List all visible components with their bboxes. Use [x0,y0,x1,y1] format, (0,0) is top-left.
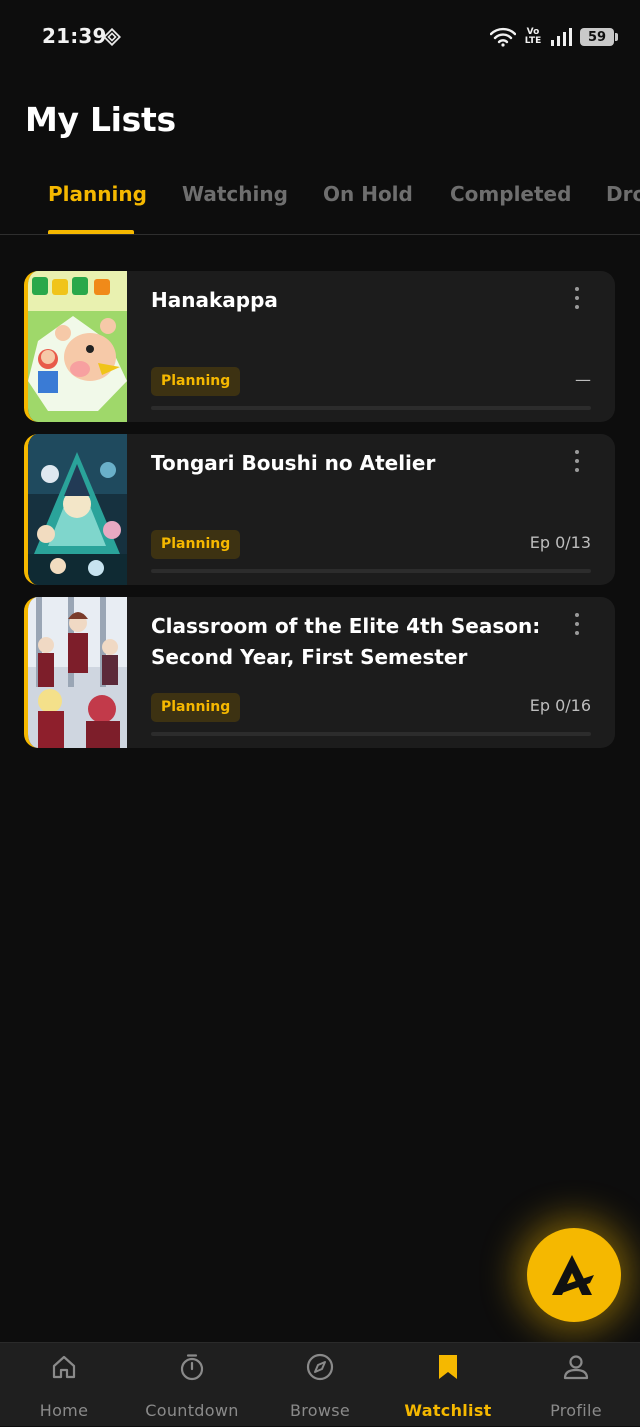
status-badge: Planning [151,693,241,722]
wifi-icon [490,27,516,47]
more-options-icon[interactable] [569,287,585,309]
nav-label: Countdown [145,1401,239,1420]
entry-title: Classroom of the Elite 4th Season: Secon… [151,614,541,669]
nav-watchlist[interactable]: Watchlist [384,1343,512,1427]
tab-watching[interactable]: Watching [182,182,288,206]
status-time: 21:39 [42,24,107,48]
progress-bar [151,569,591,573]
cover-image [28,597,127,748]
page-title: My Lists [25,100,176,139]
timer-icon [180,1354,204,1381]
status-badge: Planning [151,367,241,396]
status-indicators: Vo LTE 59 [490,24,618,50]
list-item[interactable]: Hanakappa Planning — [24,271,615,422]
tab-completed[interactable]: Completed [450,182,571,206]
tab-dropped[interactable]: Dro [606,182,640,206]
nav-label: Profile [550,1401,602,1420]
nav-label: Home [39,1401,89,1420]
home-icon [52,1355,76,1379]
status-badge: Planning [151,530,241,559]
bottom-navigation: Home Countdown Browse Watchlist Profile [0,1342,640,1426]
progress-bar [151,406,591,410]
episode-progress: — [575,370,591,389]
nav-countdown[interactable]: Countdown [128,1343,256,1427]
list-tabs: Planning Watching On Hold Completed Dro [0,170,640,235]
more-options-icon[interactable] [569,613,585,635]
app-fab-button[interactable] [527,1228,621,1322]
list-item[interactable]: Tongari Boushi no Atelier Planning Ep 0/… [24,434,615,585]
status-bar: 21:39 Vo LTE 59 [0,0,640,74]
compass-icon [306,1353,334,1381]
episode-progress: Ep 0/16 [529,696,591,715]
active-tab-indicator [48,230,134,234]
tab-planning[interactable]: Planning [48,182,147,206]
entry-title: Tongari Boushi no Atelier [151,451,436,475]
cover-image [28,271,127,422]
list-item[interactable]: Classroom of the Elite 4th Season: Secon… [24,597,615,748]
nav-profile[interactable]: Profile [512,1343,640,1427]
sync-icon [103,28,121,46]
person-icon [563,1355,589,1380]
signal-icon [551,28,572,46]
nav-home[interactable]: Home [0,1343,128,1427]
progress-bar [151,732,591,736]
tab-on-hold[interactable]: On Hold [323,182,413,206]
nav-label: Browse [289,1401,351,1420]
bookmark-icon [439,1355,457,1379]
episode-progress: Ep 0/13 [529,533,591,552]
cover-image [28,434,127,585]
battery-indicator: 59 [580,28,618,46]
volte-indicator: Vo LTE [524,27,542,46]
nav-browse[interactable]: Browse [256,1343,384,1427]
app-logo-icon [552,1255,594,1295]
nav-label: Watchlist [404,1401,492,1420]
more-options-icon[interactable] [569,450,585,472]
entry-title: Hanakappa [151,288,278,312]
